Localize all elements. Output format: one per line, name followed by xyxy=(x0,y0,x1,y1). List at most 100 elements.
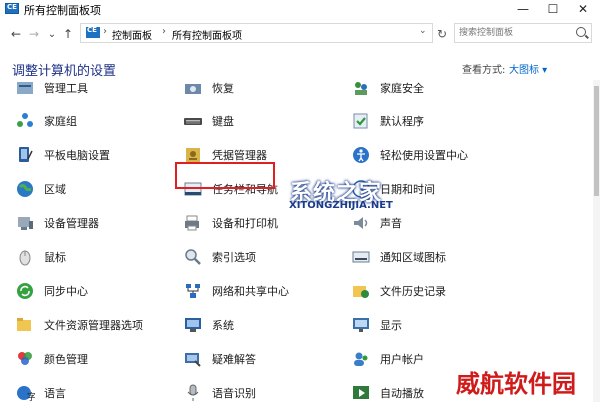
recent-locations-button[interactable]: ⌄ xyxy=(44,25,60,43)
control-panel-item[interactable]: 默认程序 xyxy=(350,108,424,134)
sound-icon xyxy=(350,212,372,234)
forward-button[interactable]: → xyxy=(26,25,42,43)
sync-center-icon xyxy=(14,280,36,302)
control-panel-item[interactable]: 家庭组 xyxy=(14,108,77,134)
file-history-icon xyxy=(350,280,372,302)
item-label: 默认程序 xyxy=(380,115,424,128)
address-field[interactable]: › 控制面板 › 所有控制面板项 ⌄ xyxy=(80,23,433,43)
control-panel-item[interactable]: 颜色管理 xyxy=(14,346,88,372)
item-label: 显示 xyxy=(380,319,402,332)
breadcrumb-control-panel[interactable]: 控制面板 xyxy=(112,27,152,42)
title-bar: 所有控制面板项 — ☐ ✕ xyxy=(0,0,600,18)
item-label: 颜色管理 xyxy=(44,353,88,366)
item-label: 管理工具 xyxy=(44,82,88,95)
vertical-scrollbar[interactable] xyxy=(593,80,600,402)
control-panel-item[interactable]: 用户帐户 xyxy=(350,346,424,372)
default-programs-icon xyxy=(350,110,372,132)
ease-of-access-icon xyxy=(350,144,372,166)
recovery-icon xyxy=(182,80,204,99)
device-manager-icon xyxy=(14,212,36,234)
item-label: 语言 xyxy=(44,387,66,400)
control-panel-item[interactable]: 显示 xyxy=(350,312,402,338)
address-dropdown-button[interactable]: ⌄ xyxy=(419,26,427,36)
window-title: 所有控制面板项 xyxy=(24,4,101,17)
page-title: 调整计算机的设置 xyxy=(12,64,117,79)
control-panel-items: 管理工具 恢复 家庭安全家庭组 键盘 默认程序平板电脑设置 凭据管理器 轻松使用设置中心区域… xyxy=(0,80,593,402)
close-button[interactable]: ✕ xyxy=(568,0,598,18)
control-panel-item[interactable]: 文件历史记录 xyxy=(350,278,446,304)
control-panel-icon xyxy=(86,26,100,38)
control-panel-item[interactable]: 通知区域图标 xyxy=(350,244,446,270)
control-panel-item[interactable]: 平板电脑设置 xyxy=(14,142,110,168)
highlight-box xyxy=(175,162,275,189)
control-panel-item[interactable]: 声音 xyxy=(350,210,402,236)
item-label: 键盘 xyxy=(212,115,234,128)
control-panel-item[interactable]: 设备和打印机 xyxy=(182,210,278,236)
indexing-icon xyxy=(182,246,204,268)
control-panel-item[interactable]: 字语言 xyxy=(14,380,66,402)
address-bar-row: ← → ⌄ ↑ › 控制面板 › 所有控制面板项 ⌄ ↻ xyxy=(0,22,600,46)
control-panel-item[interactable]: 区域 xyxy=(14,176,66,202)
search-input[interactable] xyxy=(459,26,569,40)
item-label: 文件资源管理器选项 xyxy=(44,319,143,332)
item-label: 系统 xyxy=(212,319,234,332)
refresh-button[interactable]: ↻ xyxy=(434,26,450,42)
view-by-dropdown[interactable]: 大图标 ▾ xyxy=(509,61,547,76)
item-label: 轻松使用设置中心 xyxy=(380,149,468,162)
search-icon[interactable] xyxy=(576,27,586,37)
control-panel-item[interactable]: 键盘 xyxy=(182,108,234,134)
item-label: 凭据管理器 xyxy=(212,149,267,162)
item-label: 家庭安全 xyxy=(380,82,424,95)
control-panel-item[interactable]: 自动播放 xyxy=(350,380,424,402)
control-panel-item[interactable]: 索引选项 xyxy=(182,244,256,270)
back-button[interactable]: ← xyxy=(8,25,24,43)
control-panel-item[interactable]: 文件资源管理器选项 xyxy=(14,312,143,338)
control-panel-item[interactable]: 疑难解答 xyxy=(182,346,256,372)
admin-tools-icon xyxy=(14,80,36,99)
autoplay-icon xyxy=(350,382,372,402)
keyboard-icon xyxy=(182,110,204,132)
control-panel-item[interactable]: 轻松使用设置中心 xyxy=(350,142,468,168)
control-panel-item[interactable]: 系统 xyxy=(182,312,234,338)
scrollbar-thumb[interactable] xyxy=(594,86,599,196)
view-by-label: 查看方式: xyxy=(462,65,506,76)
item-label: 网络和共享中心 xyxy=(212,285,289,298)
control-panel-item[interactable]: 语音识别 xyxy=(182,380,256,402)
mouse-icon xyxy=(14,246,36,268)
item-label: 家庭组 xyxy=(44,115,77,128)
minimize-button[interactable]: — xyxy=(508,0,538,18)
color-management-icon xyxy=(14,348,36,370)
item-label: 设备管理器 xyxy=(44,217,99,230)
control-panel-item[interactable]: 设备管理器 xyxy=(14,210,99,236)
item-label: 自动播放 xyxy=(380,387,424,400)
printer-icon xyxy=(182,212,204,234)
item-label: 平板电脑设置 xyxy=(44,149,110,162)
item-label: 声音 xyxy=(380,217,402,230)
display-icon xyxy=(350,314,372,336)
language-icon: 字 xyxy=(14,382,36,402)
network-icon xyxy=(182,280,204,302)
item-label: 设备和打印机 xyxy=(212,217,278,230)
control-panel-item[interactable]: 鼠标 xyxy=(14,244,66,270)
control-panel-item[interactable]: 家庭安全 xyxy=(350,80,424,101)
control-panel-icon xyxy=(5,3,19,14)
item-label: 同步中心 xyxy=(44,285,88,298)
folder-options-icon xyxy=(14,314,36,336)
control-panel-item[interactable]: 同步中心 xyxy=(14,278,88,304)
search-box[interactable] xyxy=(454,23,592,43)
control-panel-item[interactable]: 网络和共享中心 xyxy=(182,278,289,304)
breadcrumb-all-items[interactable]: 所有控制面板项 xyxy=(172,27,242,42)
troubleshooting-icon xyxy=(182,348,204,370)
maximize-button[interactable]: ☐ xyxy=(538,0,568,18)
up-button[interactable]: ↑ xyxy=(60,25,76,43)
item-label: 语音识别 xyxy=(212,387,256,400)
tablet-icon xyxy=(14,144,36,166)
item-label: 通知区域图标 xyxy=(380,251,446,264)
family-safety-icon xyxy=(350,80,372,99)
item-label: 疑难解答 xyxy=(212,353,256,366)
control-panel-item[interactable]: 恢复 xyxy=(182,80,234,101)
region-icon xyxy=(14,178,36,200)
control-panel-item[interactable]: 管理工具 xyxy=(14,80,88,101)
item-label: 索引选项 xyxy=(212,251,256,264)
svg-text:字: 字 xyxy=(27,391,35,402)
